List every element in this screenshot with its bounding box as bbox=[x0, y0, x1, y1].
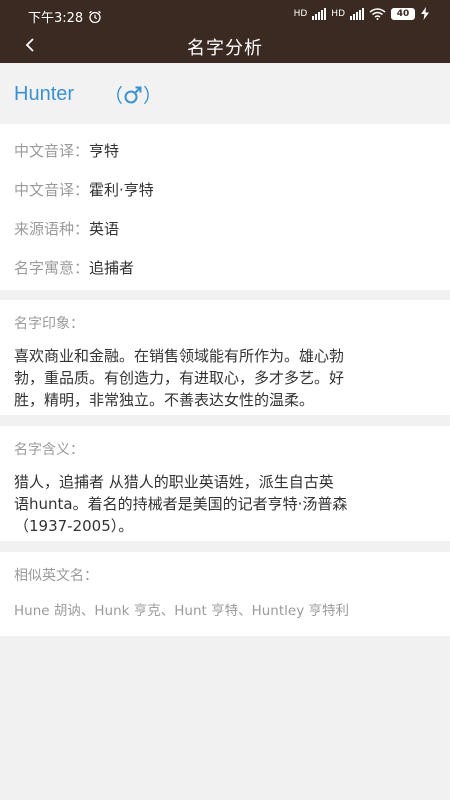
signal-label-2: HD bbox=[331, 8, 345, 19]
app-header: 名字分析 bbox=[0, 30, 450, 63]
name-header: Hunter （ ） bbox=[0, 63, 450, 123]
signal-label-1: HD bbox=[293, 8, 308, 19]
english-name: Hunter bbox=[14, 83, 75, 105]
detail-row: 来源语种：英语 bbox=[14, 218, 119, 239]
section-label: 相似英文名： bbox=[14, 568, 98, 584]
male-icon bbox=[124, 86, 142, 103]
gender-indicator: （ ） bbox=[104, 81, 162, 108]
signal-icon-2 bbox=[350, 7, 364, 20]
charging-icon bbox=[421, 7, 429, 20]
detail-label: 名字寓意： bbox=[14, 259, 90, 277]
similar-names-card: 相似英文名： Hune 胡讷、Hunk 亨克、Hunt 亨特、Huntley 亨… bbox=[0, 552, 450, 636]
wifi-icon bbox=[369, 7, 386, 20]
gender-paren-close: ） bbox=[143, 85, 163, 107]
text-line: 语hunta。着名的持械者是美国的记者亨特·汤普森 bbox=[14, 495, 348, 513]
signal-icon bbox=[312, 7, 327, 20]
text-line: 喜欢商业和金融。在销售领域能有所作为。雄心勃 bbox=[14, 347, 345, 365]
name-details-card: 中文音译：亨特 中文音译：霍利·亨特 来源语种：英语 名字寓意：追捕者 bbox=[0, 124, 450, 290]
detail-label: 来源语种： bbox=[14, 220, 90, 238]
impression-text: 喜欢商业和金融。在销售领域能有所作为。雄心勃 勃，重品质。有创造力，有进取心，多… bbox=[14, 345, 436, 411]
gender-paren-open: （ bbox=[104, 85, 124, 107]
similar-names-list: Hune 胡讷、Hunk 亨克、Hunt 亨特、Huntley 亨特利 bbox=[14, 603, 349, 619]
detail-row: 名字寓意：追捕者 bbox=[14, 257, 134, 278]
status-time: 下午3:28 bbox=[28, 11, 84, 26]
detail-label: 中文音译： bbox=[14, 181, 90, 199]
page-title: 名字分析 bbox=[187, 38, 263, 59]
detail-row: 中文音译：霍利·亨特 bbox=[14, 179, 154, 200]
text-line: （1937-2005）。 bbox=[14, 517, 134, 535]
section-label: 名字含义： bbox=[14, 442, 84, 458]
meaning-text: 猎人，追捕者 从猎人的职业英语姓，派生自古英 语hunta。着名的持械者是美国的… bbox=[14, 471, 436, 537]
detail-value: 追捕者 bbox=[89, 259, 135, 277]
detail-label: 中文音译： bbox=[14, 142, 90, 160]
detail-value: 霍利·亨特 bbox=[89, 181, 154, 199]
detail-value: 英语 bbox=[89, 220, 120, 238]
name-meaning-card: 名字含义： 猎人，追捕者 从猎人的职业英语姓，派生自古英 语hunta。着名的持… bbox=[0, 426, 450, 541]
detail-row: 中文音译：亨特 bbox=[14, 140, 119, 161]
text-line: 胜，精明，非常独立。不善表达女性的温柔。 bbox=[14, 391, 315, 409]
battery-icon: 40 bbox=[391, 7, 415, 20]
text-line: 猎人，追捕者 从猎人的职业英语姓，派生自古英 bbox=[14, 473, 334, 491]
section-label: 名字印象： bbox=[14, 316, 84, 332]
detail-value: 亨特 bbox=[89, 142, 120, 160]
alarm-icon bbox=[89, 10, 102, 23]
text-line: 勃，重品质。有创造力，有进取心，多才多艺。好 bbox=[14, 369, 345, 387]
status-bar: 下午3:28 HD HD 40 bbox=[0, 0, 450, 30]
name-impression-card: 名字印象： 喜欢商业和金融。在销售领域能有所作为。雄心勃 勃，重品质。有创造力，… bbox=[0, 300, 450, 415]
